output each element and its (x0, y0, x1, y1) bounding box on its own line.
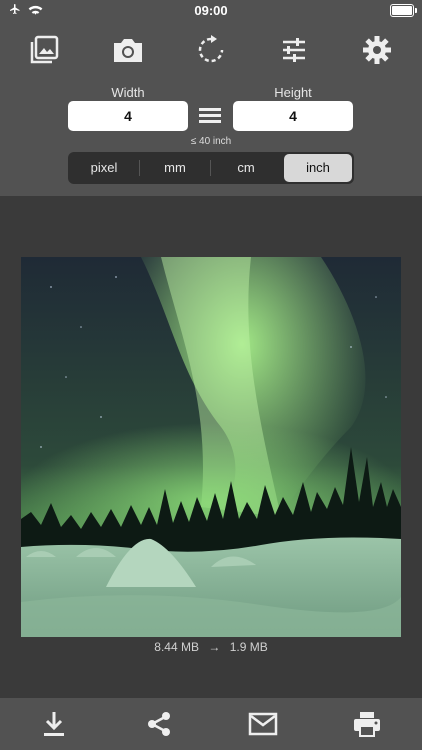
gallery-icon[interactable] (26, 32, 62, 68)
gear-icon[interactable] (359, 32, 395, 68)
unit-selector: pixel mm cm inch (68, 152, 354, 184)
camera-icon[interactable] (110, 32, 146, 68)
divider (139, 160, 140, 176)
unit-cm[interactable]: cm (212, 154, 280, 182)
download-icon[interactable] (38, 708, 70, 740)
height-field[interactable]: 4 (233, 101, 353, 131)
status-time: 09:00 (194, 3, 228, 18)
file-size-info: 8.44 MB → 1.9 MB (0, 640, 422, 654)
mail-icon[interactable] (247, 708, 279, 740)
equals-icon[interactable] (199, 108, 221, 124)
width-field[interactable]: 4 (68, 101, 188, 131)
status-bar: 09:00 (0, 0, 422, 22)
sliders-icon[interactable] (276, 32, 312, 68)
unit-mm[interactable]: mm (141, 154, 209, 182)
size-limit-hint: ≤ 40 inch (190, 136, 232, 147)
original-size: 8.44 MB (154, 640, 199, 654)
arrow: → (208, 640, 221, 654)
battery-icon (390, 4, 417, 17)
photo-preview[interactable] (21, 257, 401, 637)
divider (210, 160, 211, 176)
print-icon[interactable] (351, 708, 383, 740)
unit-pixel[interactable]: pixel (70, 154, 138, 182)
bottom-bar (0, 698, 422, 750)
aurora-photo (21, 257, 401, 637)
rotate-icon[interactable] (193, 32, 229, 68)
result-size: 1.9 MB (229, 640, 268, 654)
unit-inch[interactable]: inch (284, 154, 352, 182)
toolbar (0, 30, 422, 70)
width-label: Width (111, 85, 145, 100)
battery-fill (392, 6, 412, 15)
share-icon[interactable] (143, 708, 175, 740)
height-label: Height (274, 85, 312, 100)
